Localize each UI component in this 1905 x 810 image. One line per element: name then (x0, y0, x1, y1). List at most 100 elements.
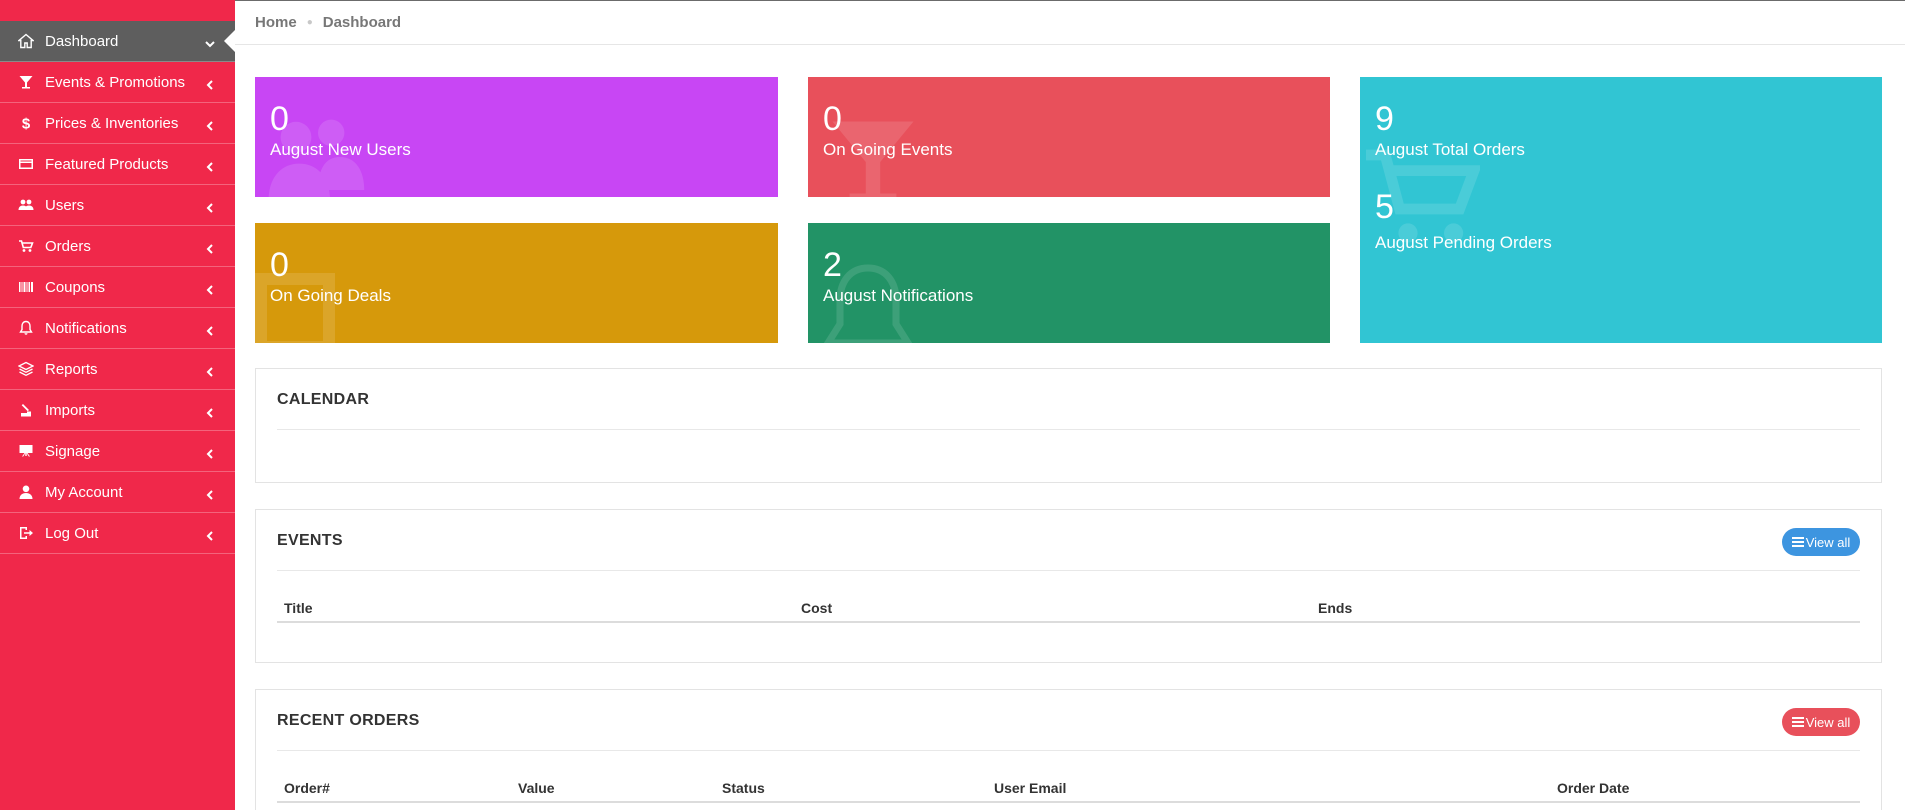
sidebar-item-label: Events & Promotions (45, 73, 186, 91)
calendar-panel: CALENDAR (255, 368, 1882, 483)
stat-card-new-users[interactable]: 0 August New Users (255, 77, 778, 197)
sidebar-item-notifications[interactable]: Notifications (0, 308, 235, 349)
sidebar-top-strip (0, 0, 235, 21)
stat-value: 0 (270, 246, 289, 284)
chevron-left-icon (205, 487, 215, 500)
chevron-left-icon (205, 77, 215, 90)
stat-card-notifications[interactable]: 2 August Notifications (808, 223, 1330, 343)
chevron-left-icon (205, 118, 215, 131)
sidebar-item-label: Signage (45, 442, 101, 460)
sidebar-item-orders[interactable]: Orders (0, 226, 235, 267)
user-icon (17, 483, 35, 501)
easel-icon (17, 442, 35, 460)
panel-title: RECENT ORDERS (277, 712, 420, 729)
cocktail-icon (17, 73, 35, 91)
barcode-icon (17, 278, 35, 296)
stat-value: 2 (823, 246, 842, 284)
stat-label: On Going Deals (270, 286, 391, 305)
sidebar-item-events-promotions[interactable]: Events & Promotions (0, 62, 235, 103)
stat-label: August New Users (270, 140, 411, 159)
breadcrumb-separator: ● (306, 17, 313, 28)
chevron-left-icon (205, 241, 215, 254)
column-header-order-date[interactable]: Order Date (1557, 780, 1629, 796)
list-icon (1791, 537, 1804, 547)
sidebar-item-coupons[interactable]: Coupons (0, 267, 235, 308)
stat-label-total-orders: August Total Orders (1375, 140, 1525, 159)
chevron-left-icon (205, 282, 215, 295)
panel-title: EVENTS (277, 532, 343, 549)
logout-icon (17, 524, 35, 542)
column-header-value[interactable]: Value (518, 780, 555, 796)
events-panel: EVENTS View all Title Cost Ends (255, 509, 1882, 663)
column-header-ends[interactable]: Ends (1318, 600, 1352, 616)
sidebar-item-label: Log Out (45, 524, 99, 542)
chevron-left-icon (205, 200, 215, 213)
sidebar-item-label: My Account (45, 483, 123, 501)
column-header-title[interactable]: Title (284, 600, 313, 616)
sidebar-item-label: Imports (45, 401, 96, 419)
sidebar-item-log-out[interactable]: Log Out (0, 513, 235, 554)
import-icon (17, 401, 35, 419)
card-icon (17, 155, 35, 173)
layers-icon (17, 360, 35, 378)
breadcrumb: Home ● Dashboard (235, 1, 1905, 45)
chevron-left-icon (205, 405, 215, 418)
sidebar-item-signage[interactable]: Signage (0, 431, 235, 472)
sidebar-item-prices-inventories[interactable]: $ Prices & Inventories (0, 103, 235, 144)
stat-card-ongoing-events[interactable]: 0 On Going Events (808, 77, 1330, 197)
column-header-status[interactable]: Status (722, 780, 765, 796)
sidebar-item-label: Reports (45, 360, 98, 378)
stat-value-pending-orders: 5 (1375, 188, 1394, 226)
breadcrumb-home-link[interactable]: Home (255, 14, 297, 31)
cart-icon (17, 237, 35, 255)
column-header-order-number[interactable]: Order# (284, 780, 330, 796)
stat-label-pending-orders: August Pending Orders (1375, 233, 1552, 252)
stat-card-orders[interactable]: 9 August Total Orders 5 August Pending O… (1360, 77, 1882, 343)
sidebar-item-dashboard[interactable]: Dashboard (0, 21, 236, 62)
svg-text:$: $ (22, 116, 31, 132)
breadcrumb-current: Dashboard (322, 14, 402, 31)
stat-label: On Going Events (823, 140, 953, 159)
view-all-label: View all (1805, 714, 1851, 730)
sidebar-item-label: Orders (45, 237, 91, 255)
sidebar-item-label: Notifications (45, 319, 127, 337)
sidebar-item-label: Users (45, 196, 85, 214)
chevron-left-icon (205, 446, 215, 459)
sidebar-item-label: Featured Products (45, 155, 169, 173)
panel-divider (277, 750, 1860, 751)
panel-title: CALENDAR (277, 391, 370, 408)
chevron-left-icon (205, 323, 215, 336)
list-icon (1791, 717, 1804, 727)
sidebar-item-label: Prices & Inventories (45, 114, 179, 132)
stat-value: 0 (270, 100, 289, 138)
dollar-icon: $ (17, 114, 35, 132)
events-table-header: Title Cost Ends (277, 593, 1860, 623)
users-icon (17, 196, 35, 214)
panel-divider (277, 570, 1860, 571)
stat-value: 0 (823, 100, 842, 138)
chevron-left-icon (205, 159, 215, 172)
chevron-down-icon (205, 36, 215, 48)
recent-orders-panel: RECENT ORDERS View all Order# Value Stat… (255, 689, 1882, 810)
orders-view-all-button[interactable]: View all (1782, 708, 1860, 736)
stat-value-total-orders: 9 (1375, 100, 1394, 138)
events-view-all-button[interactable]: View all (1782, 528, 1860, 556)
view-all-label: View all (1805, 534, 1851, 550)
sidebar-item-imports[interactable]: Imports (0, 390, 235, 431)
sidebar-item-label: Dashboard (45, 32, 119, 50)
stat-label: August Notifications (823, 286, 974, 305)
sidebar-item-reports[interactable]: Reports (0, 349, 235, 390)
orders-table-header: Order# Value Status User Email Order Dat… (277, 773, 1860, 803)
sidebar-item-my-account[interactable]: My Account (0, 472, 235, 513)
panel-divider (277, 429, 1860, 430)
column-header-user-email[interactable]: User Email (994, 780, 1066, 796)
home-icon (17, 32, 35, 50)
chevron-left-icon (205, 528, 215, 541)
sidebar-item-featured-products[interactable]: Featured Products (0, 144, 235, 185)
sidebar-item-users[interactable]: Users (0, 185, 235, 226)
bell-icon (17, 319, 35, 337)
sidebar: Dashboard Events & Promotions $ Prices &… (0, 0, 236, 810)
stat-card-ongoing-deals[interactable]: 0 On Going Deals (255, 223, 778, 343)
column-header-cost[interactable]: Cost (801, 600, 832, 616)
chevron-left-icon (205, 364, 215, 377)
